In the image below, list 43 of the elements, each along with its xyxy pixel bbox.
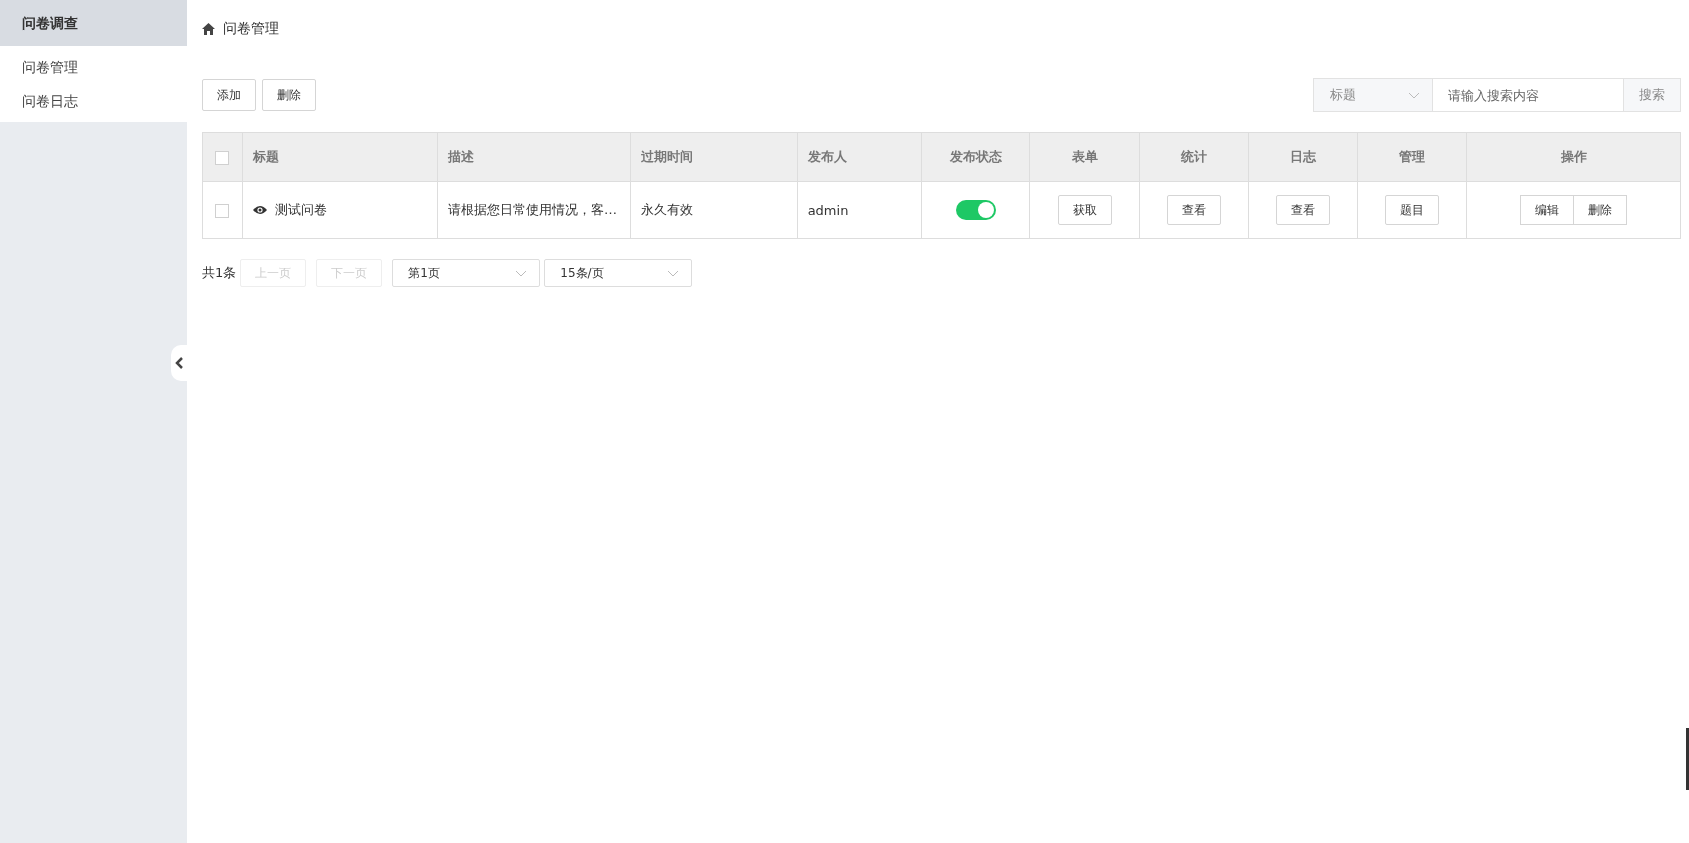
sidebar-item[interactable]: 问卷管理	[0, 50, 187, 84]
row-button[interactable]: 获取	[1057, 195, 1112, 225]
column-header: 标题	[242, 132, 438, 182]
row-button[interactable]: 查看	[1166, 195, 1221, 225]
column-header: 统计	[1139, 132, 1249, 182]
search-button[interactable]: 搜索	[1623, 78, 1681, 112]
row-button[interactable]: 题目	[1384, 195, 1439, 225]
column-header: 发布状态	[921, 132, 1030, 182]
eye-icon	[252, 205, 267, 215]
row-button[interactable]: 查看	[1275, 195, 1330, 225]
checkbox[interactable]	[215, 203, 230, 218]
search-field-select[interactable]: 标题	[1313, 78, 1433, 112]
home-icon	[202, 23, 215, 35]
row-button[interactable]: 编辑	[1520, 195, 1574, 225]
column-header: 表单	[1029, 132, 1140, 182]
column-header: 过期时间	[630, 132, 798, 182]
table-cell-text: admin	[807, 202, 849, 218]
total-count: 共1条	[202, 264, 237, 282]
toolbar-button[interactable]: 添加	[202, 79, 256, 111]
sidebar-title: 问卷调查	[0, 0, 187, 46]
column-header: 描述	[437, 132, 631, 182]
column-header: 操作	[1466, 132, 1681, 182]
row-button[interactable]: 删除	[1574, 195, 1627, 225]
breadcrumb[interactable]: 问卷管理	[223, 20, 279, 38]
page-size-select[interactable]: 15条/页	[544, 259, 693, 287]
table-cell-text: 永久有效	[640, 202, 693, 217]
collapse-button[interactable]	[171, 345, 187, 381]
column-header: 发布人	[797, 132, 922, 182]
toolbar-button[interactable]: 删除	[262, 79, 316, 111]
page-select[interactable]: 第1页	[392, 259, 541, 287]
checkbox[interactable]	[215, 150, 230, 165]
column-header: 管理	[1357, 132, 1467, 182]
table-cell-text: 请根据您日常使用情况，客…	[448, 202, 618, 217]
chevron-down-icon	[515, 269, 528, 277]
chevron-down-icon	[1408, 91, 1420, 99]
column-header: 日志	[1248, 132, 1358, 182]
scroll-handle[interactable]	[1686, 728, 1689, 790]
sidebar-item[interactable]: 问卷日志	[0, 84, 187, 118]
table-cell-text: 测试问卷	[274, 201, 327, 219]
search-input[interactable]: 请输入搜索内容	[1433, 78, 1623, 112]
publish-toggle[interactable]	[955, 200, 996, 220]
chevron-down-icon	[667, 269, 680, 277]
chevron-left-icon	[174, 356, 184, 370]
